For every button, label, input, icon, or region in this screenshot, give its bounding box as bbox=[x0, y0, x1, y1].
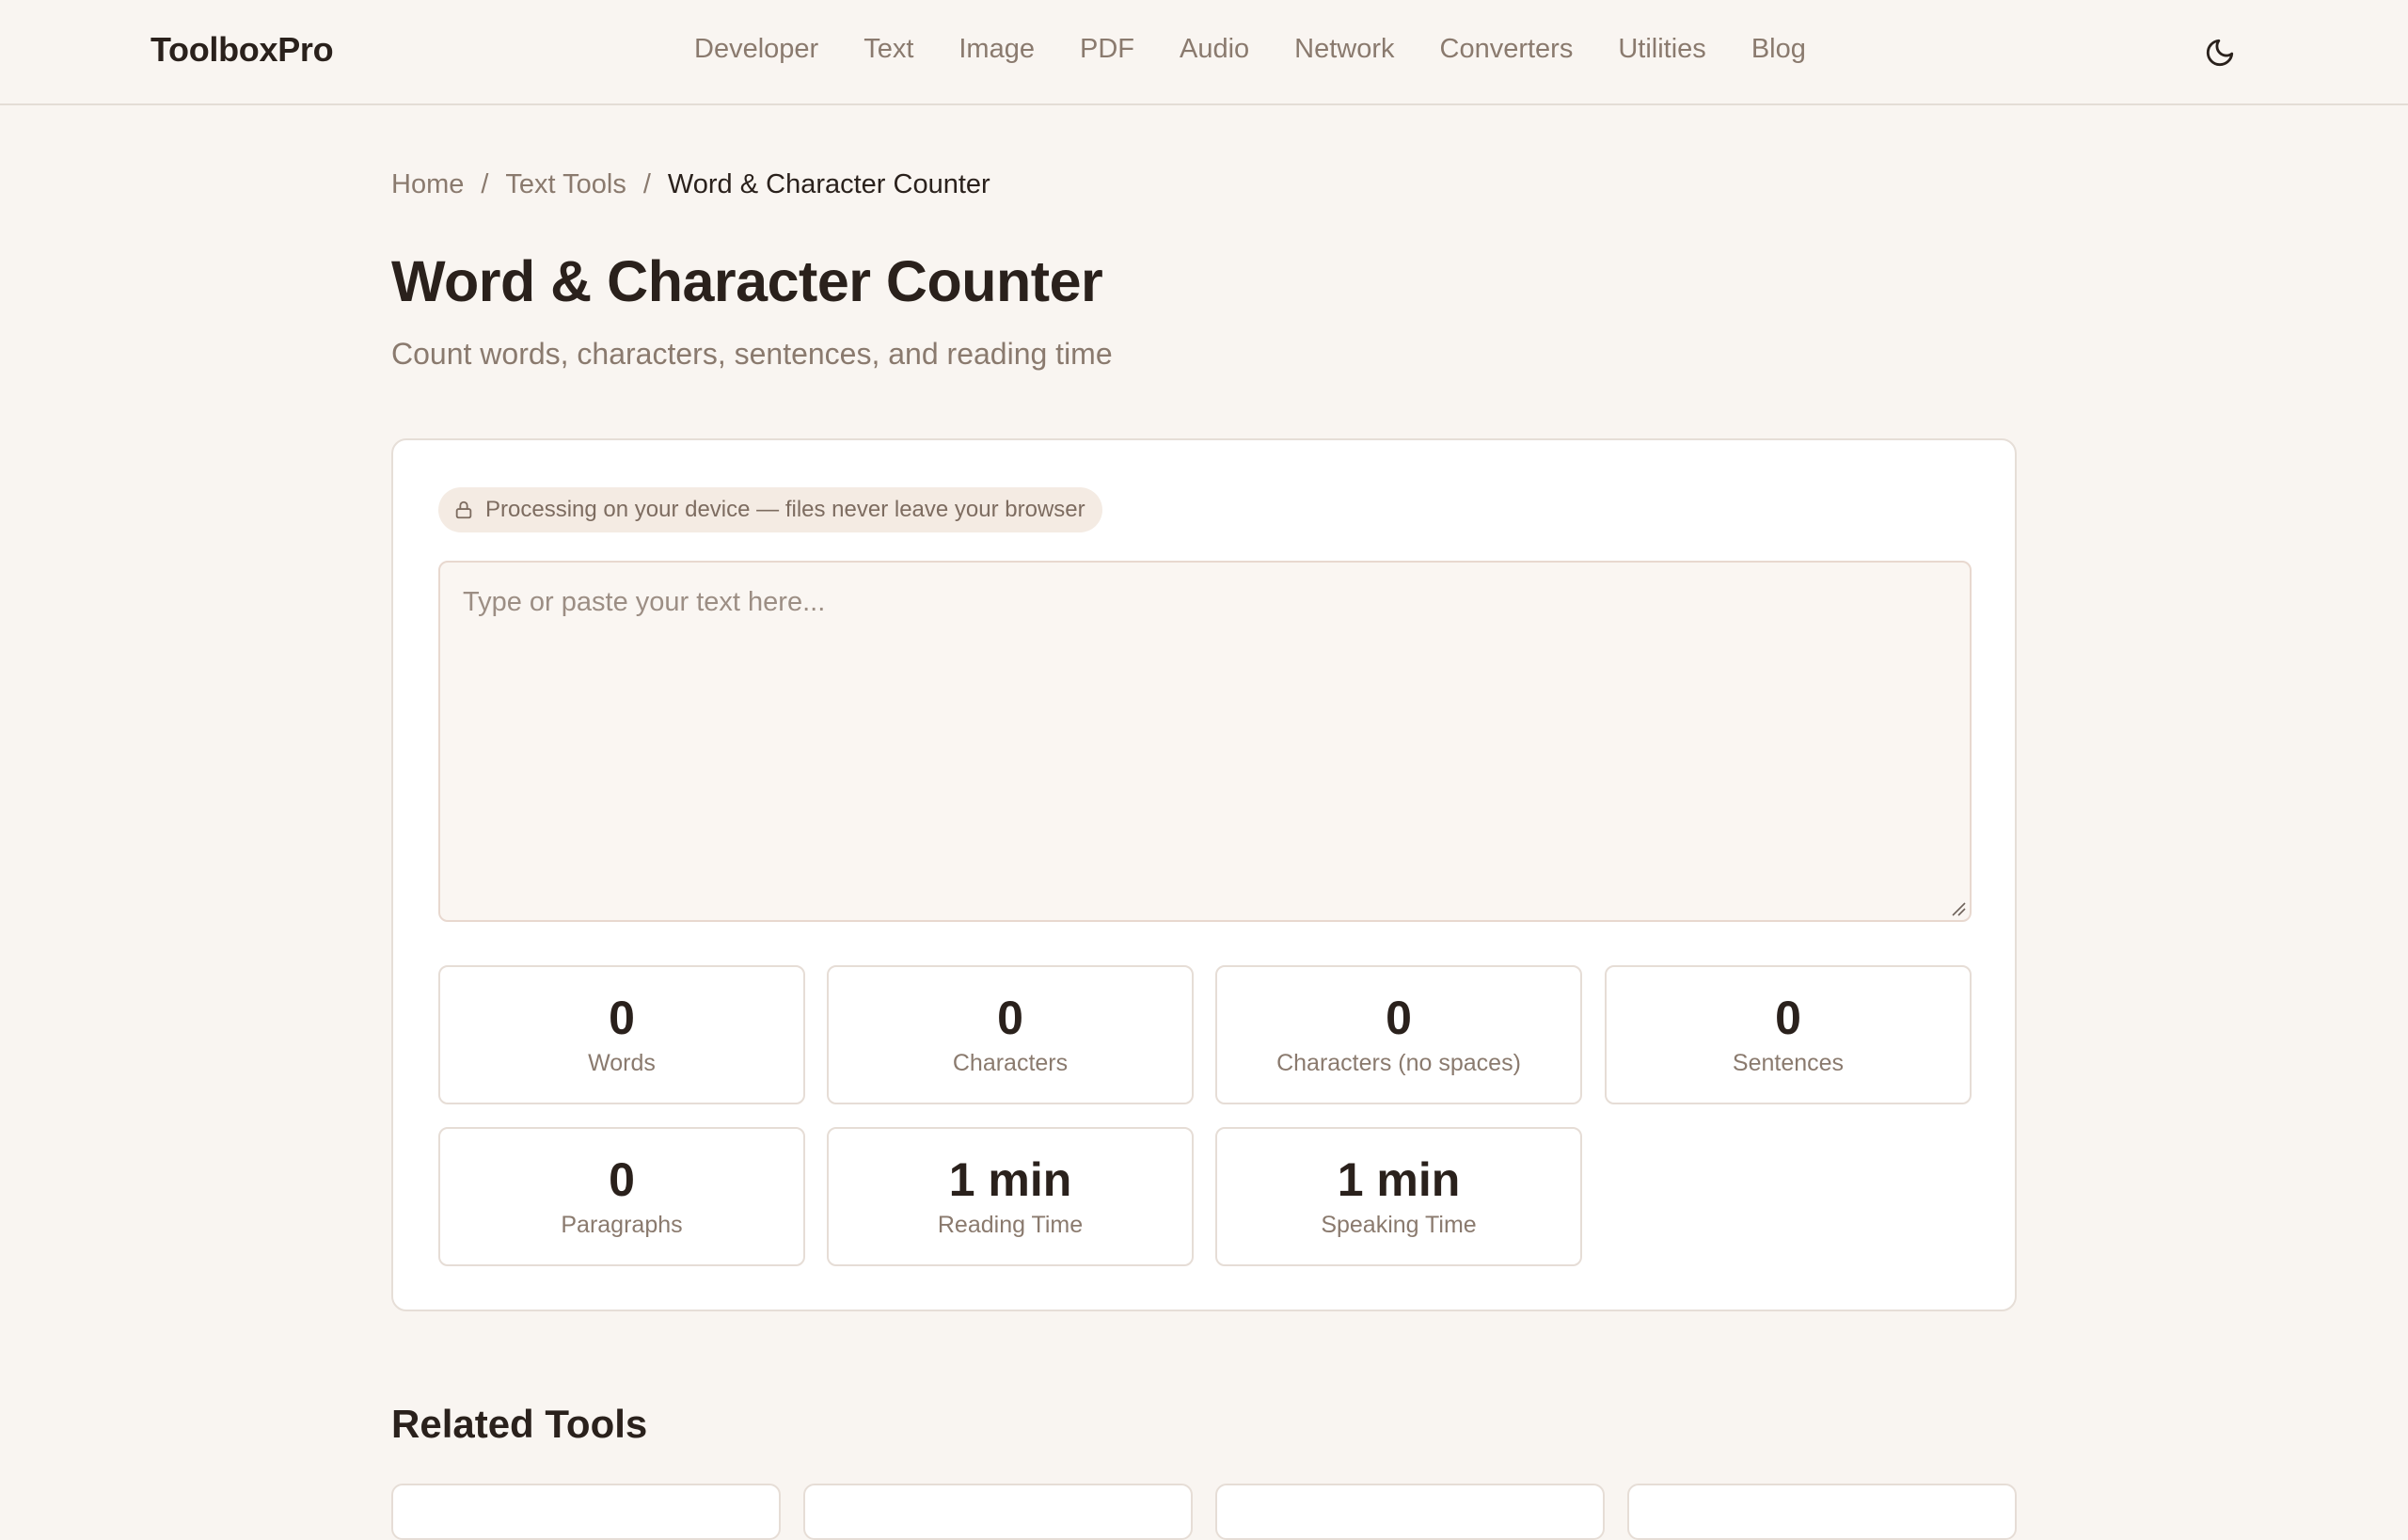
stat-value: 0 bbox=[997, 992, 1023, 1044]
moon-icon bbox=[2206, 39, 2234, 67]
nav-image[interactable]: Image bbox=[958, 34, 1035, 71]
related-tool-card[interactable] bbox=[803, 1484, 1193, 1540]
privacy-note: Processing on your device — files never … bbox=[485, 497, 1085, 522]
stat-label: Characters bbox=[952, 1050, 1069, 1076]
stat-label: Reading Time bbox=[937, 1212, 1084, 1238]
stat-words: 0 Words bbox=[438, 965, 805, 1104]
stat-value: 0 bbox=[1775, 992, 1801, 1044]
stat-value: 1 min bbox=[948, 1153, 1072, 1206]
nav-blog[interactable]: Blog bbox=[1751, 34, 1806, 71]
stat-label: Paragraphs bbox=[561, 1212, 683, 1238]
breadcrumb-current: Word & Character Counter bbox=[667, 169, 990, 199]
nav-converters[interactable]: Converters bbox=[1440, 34, 1574, 71]
main-nav: Developer Text Image PDF Audio Network C… bbox=[694, 34, 1851, 71]
nav-text[interactable]: Text bbox=[863, 34, 913, 71]
lock-icon bbox=[455, 500, 472, 519]
nav-developer[interactable]: Developer bbox=[694, 34, 818, 71]
privacy-badge: Processing on your device — files never … bbox=[438, 487, 1102, 532]
nav-pdf[interactable]: PDF bbox=[1080, 34, 1134, 71]
related-tool-card[interactable] bbox=[391, 1484, 781, 1540]
breadcrumb-separator: / bbox=[481, 169, 489, 199]
breadcrumb: Home / Text Tools / Word & Character Cou… bbox=[391, 169, 990, 200]
breadcrumb-separator: / bbox=[642, 169, 651, 199]
stat-label: Characters (no spaces) bbox=[1276, 1050, 1521, 1076]
stat-reading-time: 1 min Reading Time bbox=[827, 1127, 1194, 1266]
text-input[interactable] bbox=[438, 561, 1972, 922]
stat-speaking-time: 1 min Speaking Time bbox=[1215, 1127, 1582, 1266]
tool-card: Processing on your device — files never … bbox=[391, 438, 2017, 1311]
stat-label: Speaking Time bbox=[1321, 1212, 1477, 1238]
stat-value: 0 bbox=[1386, 992, 1412, 1044]
theme-toggle-button[interactable] bbox=[2201, 34, 2239, 71]
stat-label: Sentences bbox=[1732, 1050, 1845, 1076]
stat-characters-no-spaces: 0 Characters (no spaces) bbox=[1215, 965, 1582, 1104]
resize-handle-icon[interactable] bbox=[1949, 899, 1966, 916]
stat-value: 0 bbox=[609, 1153, 635, 1206]
related-tool-card[interactable] bbox=[1215, 1484, 1605, 1540]
breadcrumb-text-tools[interactable]: Text Tools bbox=[505, 169, 626, 200]
brand-logo[interactable]: ToolboxPro bbox=[150, 30, 334, 70]
nav-utilities[interactable]: Utilities bbox=[1618, 34, 1705, 71]
nav-audio[interactable]: Audio bbox=[1180, 34, 1249, 71]
stat-characters: 0 Characters bbox=[827, 965, 1194, 1104]
related-tools-heading: Related Tools bbox=[391, 1402, 648, 1446]
stat-value: 1 min bbox=[1337, 1153, 1461, 1206]
top-navbar: ToolboxPro Developer Text Image PDF Audi… bbox=[0, 0, 2408, 105]
stat-sentences: 0 Sentences bbox=[1605, 965, 1972, 1104]
page-title: Word & Character Counter bbox=[391, 249, 1103, 313]
stat-value: 0 bbox=[609, 992, 635, 1044]
breadcrumb-home[interactable]: Home bbox=[391, 169, 464, 200]
stat-label: Words bbox=[588, 1050, 656, 1076]
related-tool-card[interactable] bbox=[1627, 1484, 2017, 1540]
stat-paragraphs: 0 Paragraphs bbox=[438, 1127, 805, 1266]
nav-network[interactable]: Network bbox=[1294, 34, 1394, 71]
page-subtitle: Count words, characters, sentences, and … bbox=[391, 337, 1113, 371]
